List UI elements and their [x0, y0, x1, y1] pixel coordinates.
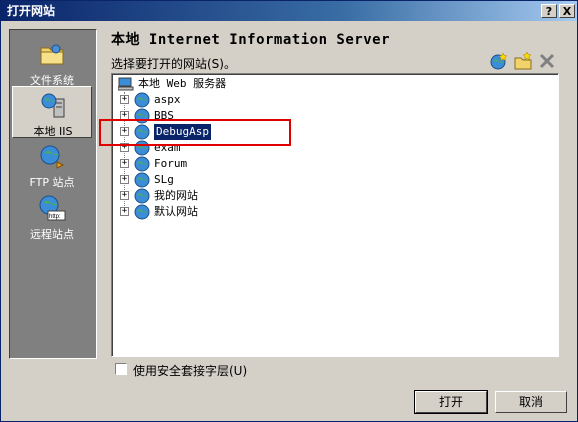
website-globe-icon	[134, 156, 150, 172]
instruction-label: 选择要打开的网站(S)。	[111, 57, 236, 71]
tree-root-label: 本地 Web 服务器	[138, 77, 227, 90]
sidebar-item-file-system[interactable]: 文件系统	[12, 36, 92, 88]
expand-icon[interactable]: +	[120, 159, 129, 168]
sidebar-item-label: FTP 站点	[29, 176, 75, 189]
sidebar-item-ftp-site[interactable]: FTP 站点	[12, 138, 92, 190]
sidebar-item-remote-site[interactable]: http: 远程站点	[12, 190, 92, 242]
website-globe-icon	[134, 188, 150, 204]
http-globe-icon: http:	[39, 195, 66, 221]
iis-server-icon	[41, 93, 65, 118]
window-title: 打开网站	[7, 4, 56, 18]
tree-node[interactable]: + 默认网站	[112, 204, 552, 220]
ssl-checkbox[interactable]	[115, 363, 127, 375]
open-button[interactable]: 打开	[414, 390, 488, 414]
tree-node[interactable]: + SLg	[112, 172, 552, 188]
tree-node-label: aspx	[154, 93, 181, 106]
folder-icon	[40, 44, 64, 65]
tree-node-label: SLg	[154, 173, 174, 186]
page-title: 本地 Internet Information Server	[111, 32, 391, 48]
highlight-annotation-box	[99, 119, 291, 146]
sidebar-item-local-iis[interactable]: 本地 IIS	[12, 86, 92, 138]
tree-node[interactable]: + Forum	[112, 156, 552, 172]
delete-icon[interactable]	[537, 51, 557, 71]
svg-text:http:: http:	[49, 214, 61, 220]
cancel-button[interactable]: 取消	[495, 391, 567, 413]
expand-icon[interactable]: +	[120, 207, 129, 216]
open-website-dialog: 打开网站 ? X 文件系统 本地 IIS FTP 站点 http: 远程站点 本…	[0, 0, 578, 422]
expand-icon[interactable]: +	[120, 95, 129, 104]
website-globe-icon	[134, 204, 150, 220]
sidebar-item-label: 本地 IIS	[33, 125, 73, 138]
help-button[interactable]: ?	[541, 4, 557, 18]
new-folder-icon[interactable]	[513, 51, 533, 71]
website-tree[interactable]: 本地 Web 服务器 + aspx + BBS + DebugAsp + exa…	[111, 73, 559, 357]
web-server-icon	[118, 77, 134, 91]
sidebar-item-label: 远程站点	[30, 228, 74, 241]
tree-node-label: Forum	[154, 157, 188, 170]
tree-node[interactable]: + aspx	[112, 92, 552, 108]
location-sidebar: 文件系统 本地 IIS FTP 站点 http: 远程站点	[9, 29, 97, 359]
tree-node[interactable]: + 我的网站	[112, 188, 552, 204]
ftp-globe-icon	[40, 145, 65, 169]
close-button[interactable]: X	[559, 4, 575, 18]
expand-icon[interactable]: +	[120, 175, 129, 184]
new-site-icon[interactable]	[489, 51, 509, 71]
expand-icon[interactable]: +	[120, 191, 129, 200]
website-globe-icon	[134, 172, 150, 188]
tree-node-label: 默认网站	[154, 205, 198, 218]
title-bar: 打开网站 ? X	[1, 1, 577, 21]
website-globe-icon	[134, 92, 150, 108]
ssl-checkbox-label: 使用安全套接字层(U)	[133, 364, 248, 378]
tree-node-label: 我的网站	[154, 189, 198, 202]
